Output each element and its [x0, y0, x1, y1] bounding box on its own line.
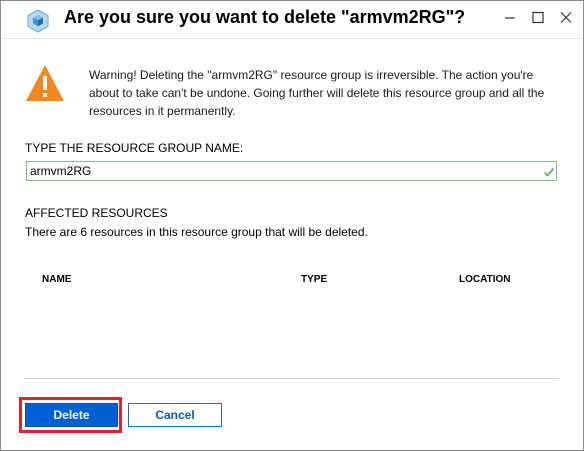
column-header-type: TYPE: [301, 274, 328, 285]
warning-message: Warning! Deleting the "armvm2RG" resourc…: [89, 68, 545, 118]
delete-button[interactable]: Delete: [25, 403, 118, 427]
cancel-button[interactable]: Cancel: [128, 403, 222, 427]
affected-resources-description: There are 6 resources in this resource g…: [25, 225, 368, 239]
warning-triangle-icon: [25, 63, 65, 103]
resource-group-name-input[interactable]: [26, 161, 557, 181]
affected-resources-heading: AFFECTED RESOURCES: [25, 206, 168, 220]
delete-dialog: Are you sure you want to delete "armvm2R…: [0, 0, 584, 451]
close-icon[interactable]: [553, 5, 579, 31]
column-header-location: LOCATION: [459, 274, 511, 285]
title-bar: Are you sure you want to delete "armvm2R…: [1, 1, 583, 37]
footer-divider: [24, 378, 559, 379]
maximize-icon[interactable]: [525, 5, 551, 31]
column-header-name: NAME: [42, 274, 72, 285]
resource-group-cube-icon: [26, 9, 50, 33]
checkmark-icon: [543, 165, 555, 177]
minimize-icon[interactable]: [497, 5, 523, 31]
resource-group-name-label: TYPE THE RESOURCE GROUP NAME:: [25, 141, 244, 155]
title-divider: [1, 38, 583, 39]
dialog-title: Are you sure you want to delete "armvm2R…: [64, 7, 466, 27]
